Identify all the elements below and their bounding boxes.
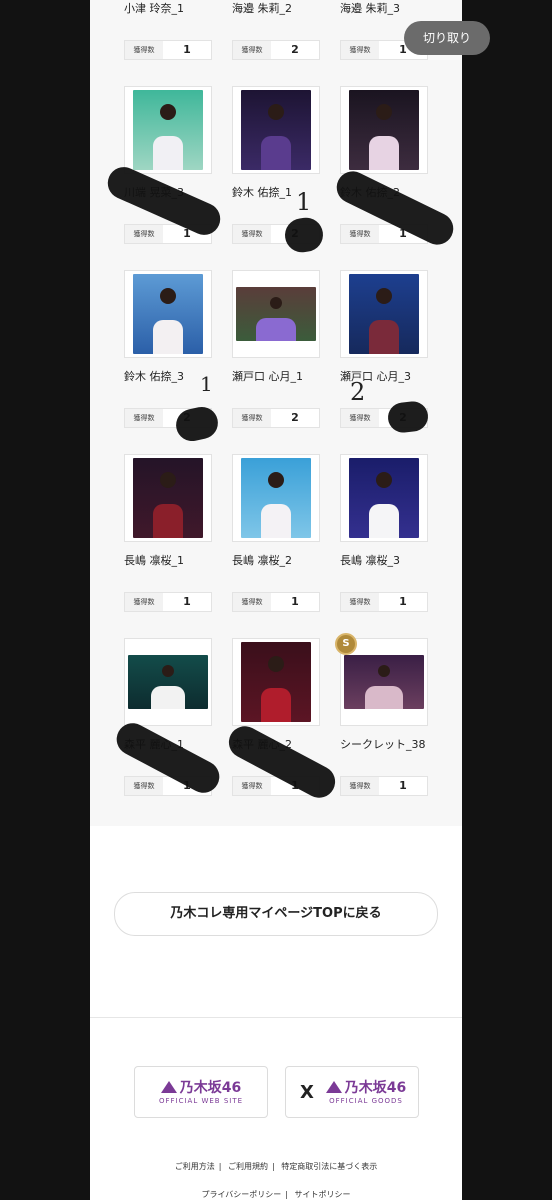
card-thumbnail[interactable] bbox=[124, 270, 212, 358]
member-photo bbox=[349, 274, 419, 354]
count-label: 獲得数 bbox=[341, 409, 379, 427]
footer-link-guide[interactable]: ご利用方法 bbox=[175, 1162, 215, 1171]
card-thumbnail[interactable]: S bbox=[335, 633, 428, 726]
count-value: 1 bbox=[183, 43, 191, 56]
count-value: 2 bbox=[291, 411, 299, 424]
count-box: 獲得数 2 bbox=[232, 40, 320, 60]
member-photo bbox=[241, 642, 311, 722]
card-name: 長嶋 凛桜_2 bbox=[232, 554, 292, 567]
clip-button[interactable]: 切り取り bbox=[404, 21, 490, 55]
count-label: 獲得数 bbox=[125, 593, 163, 611]
count-label: 獲得数 bbox=[341, 593, 379, 611]
official-site-link[interactable]: 乃木坂46 OFFICIAL WEB SITE bbox=[134, 1066, 268, 1118]
card-thumbnail[interactable] bbox=[124, 454, 212, 542]
count-label: 獲得数 bbox=[125, 777, 163, 795]
footer-link-site[interactable]: サイトポリシー bbox=[295, 1190, 351, 1199]
nogizaka-logo-icon bbox=[160, 1081, 177, 1093]
secret-coin-icon: S bbox=[335, 633, 357, 655]
nogizaka-logo-icon bbox=[325, 1081, 342, 1093]
card-name: 長嶋 凛桜_1 bbox=[124, 554, 184, 567]
page: 小津 玲奈_1 獲得数 1 海邉 朱莉_2 獲得数 2 海邉 朱莉_3 獲得数 … bbox=[90, 0, 462, 1200]
dark-margin-left bbox=[0, 0, 90, 1200]
card-name: シークレット_38 bbox=[340, 738, 426, 751]
footer-link-law[interactable]: 特定商取引法に基づく表示 bbox=[281, 1162, 377, 1171]
count-value: 1 bbox=[399, 595, 407, 608]
member-photo bbox=[133, 458, 203, 538]
card-name: 小津 玲奈_1 bbox=[124, 2, 184, 15]
card-thumbnail[interactable] bbox=[232, 454, 320, 542]
member-photo bbox=[349, 90, 419, 170]
card-name: 鈴木 佑捺_1 bbox=[232, 186, 292, 199]
count-value: 1 bbox=[183, 595, 191, 608]
count-label: 獲得数 bbox=[125, 41, 163, 59]
card-name: 海邉 朱莉_2 bbox=[232, 2, 292, 15]
footer-link-terms[interactable]: ご利用規約 bbox=[228, 1162, 268, 1171]
member-photo bbox=[241, 90, 311, 170]
official-goods-logo: 乃木坂46 bbox=[314, 1077, 418, 1097]
count-box: 獲得数 1 bbox=[124, 592, 212, 612]
count-label: 獲得数 bbox=[233, 777, 271, 795]
footer-divider bbox=[90, 1017, 462, 1018]
marker-scribble bbox=[386, 399, 430, 435]
count-label: 獲得数 bbox=[233, 593, 271, 611]
count-box: 獲得数 1 bbox=[124, 40, 212, 60]
count-label: 獲得数 bbox=[341, 225, 379, 243]
card-thumbnail[interactable] bbox=[340, 270, 428, 358]
count-value: 1 bbox=[399, 779, 407, 792]
official-goods-sub: OFFICIAL GOODS bbox=[329, 1097, 403, 1105]
card-name: 海邉 朱莉_3 bbox=[340, 2, 400, 15]
card-thumbnail[interactable] bbox=[340, 454, 428, 542]
footer-links: ご利用方法 | ご利用規約 | 特定商取引法に基づく表示 bbox=[174, 1162, 378, 1171]
member-photo bbox=[128, 655, 208, 709]
count-box: 獲得数 1 bbox=[232, 592, 320, 612]
member-photo bbox=[349, 458, 419, 538]
dark-margin-right bbox=[462, 0, 552, 1200]
card-thumbnail[interactable] bbox=[340, 86, 428, 174]
count-box: 獲得数 1 bbox=[340, 776, 428, 796]
card-name: 鈴木 佑捺_3 bbox=[124, 370, 184, 383]
card-thumbnail[interactable] bbox=[232, 86, 320, 174]
footer-links-2: プライバシーポリシー | サイトポリシー bbox=[201, 1190, 351, 1199]
count-label: 獲得数 bbox=[233, 41, 271, 59]
official-site-sub: OFFICIAL WEB SITE bbox=[158, 1097, 244, 1105]
count-label: 獲得数 bbox=[125, 225, 163, 243]
handwritten-number: 1 bbox=[296, 188, 312, 216]
card-thumbnail[interactable] bbox=[124, 638, 212, 726]
count-label: 獲得数 bbox=[233, 409, 271, 427]
card-name: 瀬戸口 心月_1 bbox=[232, 370, 303, 383]
count-label: 獲得数 bbox=[341, 41, 379, 59]
member-photo bbox=[236, 287, 316, 341]
count-value: 2 bbox=[291, 43, 299, 56]
member-photo bbox=[133, 274, 203, 354]
x-icon: X bbox=[300, 1082, 314, 1103]
member-photo bbox=[133, 90, 203, 170]
handwritten-number: 2 bbox=[350, 378, 366, 406]
official-goods-link[interactable]: X 乃木坂46 OFFICIAL GOODS bbox=[285, 1066, 419, 1118]
member-photo bbox=[344, 655, 424, 709]
official-site-logo: 乃木坂46 bbox=[135, 1077, 267, 1097]
mypage-top-button[interactable]: 乃木コレ専用マイページTOPに戻る bbox=[114, 892, 438, 936]
count-box: 獲得数 2 bbox=[232, 408, 320, 428]
count-label: 獲得数 bbox=[233, 225, 271, 243]
count-label: 獲得数 bbox=[341, 777, 379, 795]
card-thumbnail[interactable] bbox=[232, 270, 320, 358]
card-thumbnail[interactable] bbox=[232, 638, 320, 726]
member-photo bbox=[241, 458, 311, 538]
card-thumbnail[interactable] bbox=[124, 86, 212, 174]
footer-link-privacy[interactable]: プライバシーポリシー bbox=[201, 1190, 281, 1199]
marker-scribble bbox=[282, 215, 326, 255]
count-value: 1 bbox=[291, 595, 299, 608]
card-name: 長嶋 凛桜_3 bbox=[340, 554, 400, 567]
count-box: 獲得数 1 bbox=[340, 592, 428, 612]
handwritten-number: 1 bbox=[200, 372, 213, 396]
count-label: 獲得数 bbox=[125, 409, 163, 427]
card-grid: 小津 玲奈_1 獲得数 1 海邉 朱莉_2 獲得数 2 海邉 朱莉_3 獲得数 … bbox=[90, 0, 462, 826]
